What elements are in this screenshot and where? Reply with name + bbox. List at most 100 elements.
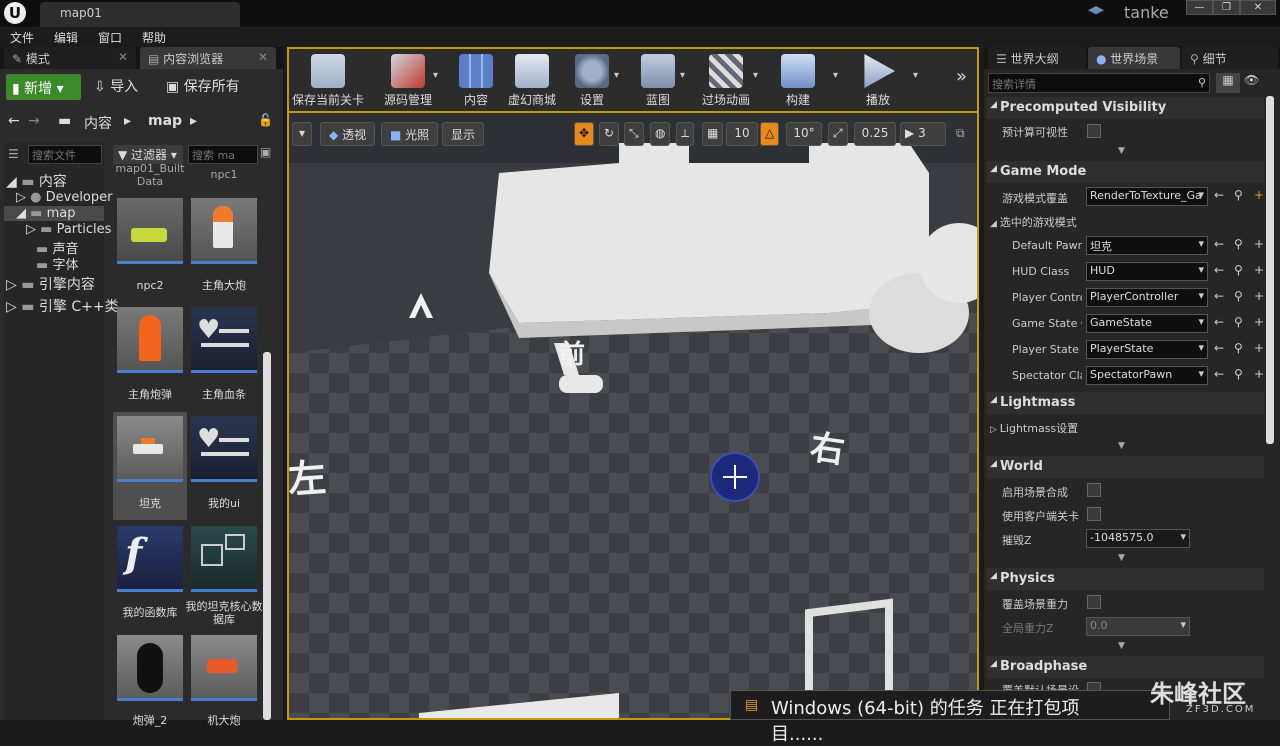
level-tab[interactable]: map01 [40, 2, 240, 27]
browse-icon[interactable]: ⚲ [1234, 315, 1243, 329]
surface-snap-button[interactable]: ⟂ [676, 122, 695, 146]
asset-label[interactable]: 我的ui [184, 497, 264, 510]
menu-help[interactable]: 帮助 [142, 29, 166, 46]
play-dropdown-icon[interactable]: ▾ [913, 70, 918, 81]
asset-label[interactable]: 炮弹_2 [110, 714, 190, 727]
build-dropdown-icon[interactable]: ▾ [833, 70, 838, 81]
tree-item-developer[interactable]: ▷ ● Developer [16, 190, 113, 205]
save-search-icon[interactable]: ▣ [260, 145, 271, 159]
cinematics-dropdown-icon[interactable]: ▾ [753, 70, 758, 81]
scale-snap-toggle[interactable]: ⤢ [828, 122, 848, 146]
rotation-snap-toggle[interactable]: △ [760, 122, 780, 146]
menu-file[interactable]: 文件 [10, 29, 34, 46]
asset-thumbnail-shell2[interactable] [117, 635, 183, 701]
asset-thumbnail-function-library[interactable]: f [117, 526, 183, 592]
add-icon[interactable]: + [1254, 315, 1264, 329]
settings-dropdown-icon[interactable]: ▾ [614, 70, 619, 81]
close-button[interactable]: ✕ [1240, 0, 1276, 15]
breadcrumb-map[interactable]: map [148, 113, 182, 129]
toolbar-overflow-icon[interactable]: » [956, 66, 967, 87]
asset-label[interactable]: 主角大炮 [184, 279, 264, 292]
section-world[interactable]: ◢ World [986, 456, 1264, 478]
rotation-snap-value[interactable]: 10° [786, 122, 822, 146]
add-icon[interactable]: + [1254, 263, 1264, 277]
details-scrollbar[interactable] [1266, 96, 1274, 444]
asset-label[interactable]: 我的函数库 [110, 606, 190, 619]
asset-scrollbar[interactable] [263, 352, 271, 720]
add-new-button[interactable]: ▮ 新增 ▾ [6, 74, 81, 100]
folder-search-input[interactable]: 搜索文件 [28, 145, 102, 164]
close-icon[interactable]: ✕ [118, 50, 128, 64]
back-arrow-icon[interactable]: ← [8, 113, 20, 129]
asset-label[interactable]: map01_Built Data [110, 162, 190, 188]
eye-icon[interactable]: 👁 [1244, 73, 1259, 87]
lightmass-settings-label[interactable]: ▷ Lightmass设置 [990, 420, 1078, 436]
restore-button[interactable]: ❐ [1213, 0, 1240, 15]
kill-z-input[interactable]: -1048575.0 [1086, 529, 1190, 548]
tree-item-content[interactable]: ◢ ▬ 内容 [6, 171, 67, 191]
override-gravity-checkbox[interactable] [1087, 595, 1101, 609]
precomputed-visibility-checkbox[interactable] [1087, 124, 1101, 138]
save-all-button[interactable]: ▣ 保存所有 [166, 76, 240, 96]
rotate-tool-button[interactable]: ↻ [599, 122, 620, 146]
show-button[interactable]: 显示 [442, 122, 485, 146]
viewport-options-button[interactable]: ▾ [292, 122, 313, 146]
save-current-level-button[interactable]: 保存当前关卡 [292, 50, 364, 108]
close-icon[interactable]: ✕ [258, 50, 268, 64]
default-pawn-dropdown[interactable]: 坦克 [1086, 236, 1208, 255]
asset-thumbnail-datatable[interactable] [191, 526, 257, 592]
world-space-button[interactable]: ◍ [650, 122, 671, 146]
section-precomputed-visibility[interactable]: ◢ Precomputed Visibility [986, 97, 1264, 119]
asset-thumbnail-tank[interactable] [117, 416, 183, 482]
level-viewport[interactable]: 前 右 左 [287, 111, 979, 720]
tab-details[interactable]: ⚲ 细节 [1182, 47, 1278, 69]
browse-icon[interactable]: ⚲ [1234, 237, 1243, 251]
perspective-button[interactable]: ◆ 透视 [320, 122, 376, 146]
expand-advanced-icon[interactable]: ▼ [1118, 146, 1125, 156]
details-search-input[interactable]: 搜索详情 ⚲ [988, 73, 1210, 93]
section-game-mode[interactable]: ◢ Game Mode [986, 161, 1264, 183]
camera-speed-button[interactable]: ▶ 3 [900, 122, 946, 146]
spectator-class-dropdown[interactable]: SpectatorPawn [1086, 366, 1208, 385]
hud-class-dropdown[interactable]: HUD [1086, 262, 1208, 281]
use-selected-icon[interactable]: ← [1214, 289, 1224, 303]
browse-icon[interactable]: ⚲ [1234, 289, 1243, 303]
expand-advanced-icon[interactable]: ▼ [1118, 641, 1125, 651]
add-icon[interactable]: + [1254, 367, 1264, 381]
tree-item-map[interactable]: ◢ ▬ map [4, 206, 104, 221]
use-selected-icon[interactable]: ← [1214, 237, 1224, 251]
add-icon[interactable]: + [1254, 341, 1264, 355]
maximize-viewport-icon[interactable]: ⧉ [956, 126, 965, 141]
tree-item-particles[interactable]: ▷ ▬ Particles [26, 222, 111, 237]
add-icon[interactable]: + [1254, 237, 1264, 251]
play-button[interactable]: 播放 [842, 50, 914, 108]
asset-thumbnail-widget[interactable]: ♥ [191, 307, 257, 373]
lock-icon[interactable]: 🔓 [258, 113, 273, 127]
translate-tool-button[interactable]: ✥ [574, 122, 595, 146]
scale-snap-value[interactable]: 0.25 [854, 122, 896, 146]
game-state-dropdown[interactable]: GameState [1086, 314, 1208, 333]
asset-label[interactable]: 我的坦克核心数据库 [184, 600, 264, 626]
asset-label[interactable]: 机大炮 [184, 714, 264, 727]
use-client-side-level-checkbox[interactable] [1087, 507, 1101, 521]
lit-button[interactable]: ■ 光照 [381, 122, 439, 146]
expand-advanced-icon[interactable]: ▼ [1118, 441, 1125, 451]
breadcrumb-content[interactable]: 内容 [84, 113, 112, 133]
section-lightmass[interactable]: ◢ Lightmass [986, 392, 1264, 414]
use-selected-icon[interactable]: ← [1214, 367, 1224, 381]
blueprints-dropdown-icon[interactable]: ▾ [680, 70, 685, 81]
enable-world-composition-checkbox[interactable] [1087, 483, 1101, 497]
expand-advanced-icon[interactable]: ▼ [1118, 553, 1125, 563]
tab-world-outliner[interactable]: ☰ 世界大纲 [988, 47, 1086, 69]
asset-thumbnail-cannon[interactable] [191, 198, 257, 264]
forward-arrow-icon[interactable]: → [28, 113, 40, 129]
asset-label[interactable]: 主角血条 [184, 388, 264, 401]
menu-window[interactable]: 窗口 [98, 29, 122, 46]
asset-thumbnail-bigcannon[interactable] [191, 635, 257, 701]
grid-snap-value[interactable]: 10 [726, 122, 758, 146]
view-options-icon[interactable]: ▦ [1216, 73, 1240, 93]
tab-content-browser[interactable]: ▤ 内容浏览器 ✕ [140, 47, 276, 69]
cinematics-button[interactable]: 过场动画 [690, 50, 762, 108]
use-selected-icon[interactable]: ← [1214, 188, 1224, 202]
section-physics[interactable]: ◢ Physics [986, 568, 1264, 590]
